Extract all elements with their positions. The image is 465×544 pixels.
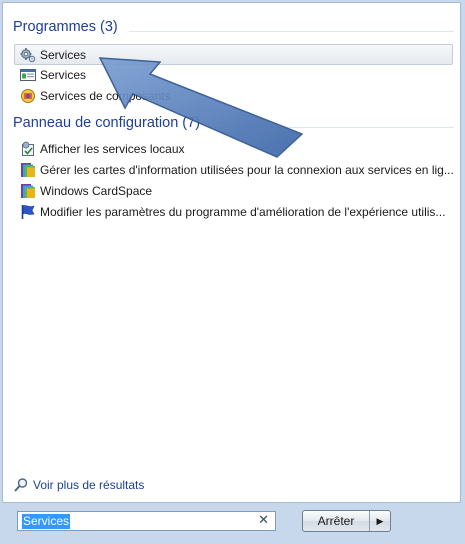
shutdown-options-arrow-icon[interactable]: ▶ <box>370 511 390 531</box>
clear-search-icon[interactable]: ✕ <box>258 513 269 528</box>
search-box[interactable]: Services ✕ <box>17 511 276 531</box>
shutdown-button[interactable]: Arrêter ▶ <box>302 510 391 532</box>
annotation-arrow <box>98 57 304 158</box>
search-input-selected-text: Services <box>22 514 71 529</box>
shutdown-button-label: Arrêter <box>303 511 370 531</box>
